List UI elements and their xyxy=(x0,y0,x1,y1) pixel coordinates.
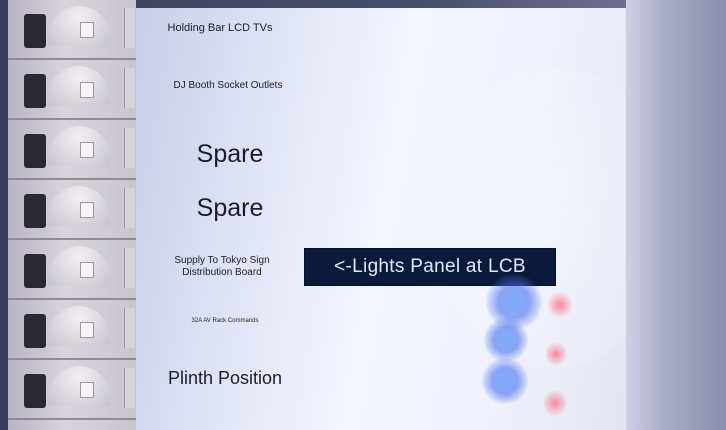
breaker-strip xyxy=(8,0,136,430)
breaker-dome xyxy=(48,6,110,46)
breaker-number xyxy=(80,322,94,338)
breaker-toggle xyxy=(24,374,46,408)
circuit-breaker xyxy=(8,360,136,420)
label-spare-1: Spare xyxy=(196,140,264,168)
breaker-side-label xyxy=(124,128,135,168)
circuit-breaker xyxy=(8,240,136,300)
label-tokyo-supply: Supply To Tokyo Sign Distribution Board xyxy=(174,255,270,278)
circuit-breaker xyxy=(8,0,136,60)
circuit-breaker xyxy=(8,60,136,120)
breaker-number xyxy=(80,142,94,158)
breaker-toggle xyxy=(24,254,46,288)
breaker-toggle xyxy=(24,14,46,48)
breaker-toggle xyxy=(24,314,46,348)
breaker-side-label xyxy=(124,368,135,408)
breaker-number xyxy=(80,22,94,38)
breaker-dome xyxy=(48,246,110,286)
breaker-side-label xyxy=(124,308,135,348)
breaker-dome xyxy=(48,366,110,406)
red-reflection xyxy=(548,290,572,320)
circuit-breaker xyxy=(8,180,136,240)
red-reflection xyxy=(544,388,566,418)
breaker-number xyxy=(80,262,94,278)
breaker-dome xyxy=(48,66,110,106)
breaker-number xyxy=(80,382,94,398)
label-holding-bar: Holding Bar LCD TVs xyxy=(167,22,273,34)
blue-led-glow xyxy=(482,358,528,404)
label-plinth: Plinth Position xyxy=(167,368,283,388)
circuit-breaker xyxy=(8,120,136,180)
breaker-side-label xyxy=(124,188,135,228)
label-spare-2: Spare xyxy=(196,194,264,222)
photo: Holding Bar LCD TVs DJ Booth Socket Outl… xyxy=(0,0,726,430)
breaker-side-label xyxy=(124,68,135,108)
breaker-toggle xyxy=(24,194,46,228)
breaker-number xyxy=(80,82,94,98)
red-reflection xyxy=(546,340,566,368)
breaker-side-label xyxy=(124,248,135,288)
breaker-toggle xyxy=(24,74,46,108)
breaker-side-label xyxy=(124,8,135,48)
breaker-toggle xyxy=(24,134,46,168)
wall xyxy=(626,0,726,430)
breaker-dome xyxy=(48,186,110,226)
label-dj-booth: DJ Booth Socket Outlets xyxy=(173,80,283,91)
breaker-dome xyxy=(48,126,110,166)
blue-led-glow xyxy=(484,318,528,362)
breaker-dome xyxy=(48,306,110,346)
circuit-breaker xyxy=(8,300,136,360)
breaker-number xyxy=(80,202,94,218)
label-av-rack: 32A AV Rack Commands xyxy=(191,318,259,324)
